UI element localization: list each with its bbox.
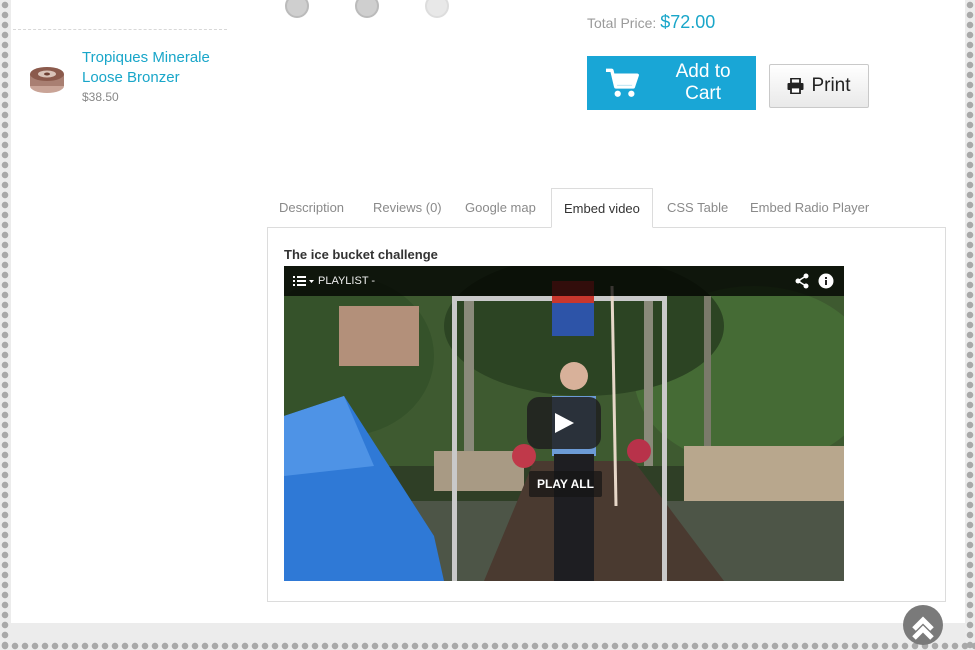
info-icon[interactable] bbox=[818, 273, 834, 289]
print-label: Print bbox=[811, 75, 851, 96]
border-perforation-bottom bbox=[0, 642, 975, 650]
print-button[interactable]: Print bbox=[769, 64, 869, 108]
swatch-option[interactable] bbox=[425, 0, 449, 18]
border-perforation-right bbox=[965, 0, 975, 650]
swatch-option[interactable] bbox=[355, 0, 379, 18]
scroll-to-top-button[interactable] bbox=[903, 605, 943, 645]
tab-description[interactable]: Description bbox=[267, 188, 356, 227]
printer-icon bbox=[787, 78, 804, 94]
tab-embed-video[interactable]: Embed video bbox=[551, 188, 653, 228]
playlist-icon[interactable] bbox=[293, 275, 315, 287]
shopping-cart-icon bbox=[605, 68, 639, 97]
play-icon bbox=[555, 413, 574, 433]
total-price: Total Price: $72.00 bbox=[587, 12, 715, 33]
option-swatches bbox=[281, 0, 481, 18]
tab-css-table[interactable]: CSS Table bbox=[655, 188, 740, 227]
video-title: The ice bucket challenge bbox=[284, 247, 438, 262]
total-price-label: Total Price: bbox=[587, 15, 657, 31]
sidebar-product-price: $38.50 bbox=[82, 90, 119, 104]
add-to-cart-button[interactable]: Add to Cart bbox=[587, 56, 756, 110]
swatch-option[interactable] bbox=[285, 0, 309, 18]
sidebar-product-name[interactable]: Tropiques Minerale Loose Bronzer bbox=[82, 48, 242, 88]
play-all-button[interactable]: PLAY ALL bbox=[529, 471, 602, 497]
bronzer-compact-thumbnail[interactable] bbox=[29, 64, 65, 94]
playlist-label[interactable]: PLAYLIST - bbox=[318, 275, 375, 287]
embed-video-panel: The ice bucket challenge PLAYLIST - PLAY… bbox=[267, 227, 946, 602]
share-icon[interactable] bbox=[794, 273, 810, 289]
play-button[interactable] bbox=[527, 397, 601, 449]
tab-embed-radio-player[interactable]: Embed Radio Player bbox=[738, 188, 881, 227]
border-perforation-left bbox=[0, 0, 10, 650]
add-to-cart-label: Add to Cart bbox=[675, 61, 731, 104]
sidebar-divider bbox=[13, 29, 227, 30]
chevron-up-icon bbox=[912, 616, 934, 640]
video-top-bar: PLAYLIST - bbox=[284, 266, 844, 296]
tab-reviews[interactable]: Reviews (0) bbox=[361, 188, 454, 227]
page-content: Tropiques Minerale Loose Bronzer $38.50 … bbox=[11, 0, 965, 623]
total-price-value: $72.00 bbox=[660, 12, 716, 32]
product-tabs: Description Reviews (0) Google map Embed… bbox=[267, 188, 947, 228]
video-player[interactable]: PLAYLIST - PLAY ALL bbox=[284, 266, 844, 581]
tab-google-map[interactable]: Google map bbox=[453, 188, 548, 227]
